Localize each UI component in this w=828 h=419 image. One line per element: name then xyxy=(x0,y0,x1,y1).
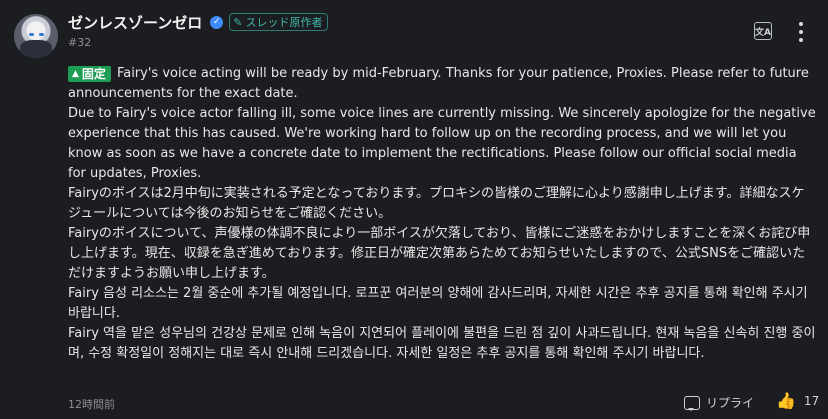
verified-badge-icon: ✓ xyxy=(210,15,224,29)
pin-icon: ▲ xyxy=(72,69,79,79)
thread-author-label: スレッド原作者 xyxy=(245,16,323,29)
reply-icon xyxy=(684,395,700,411)
post-paragraph: Fairy 역을 맡은 성우님의 건강상 문제로 인해 녹음이 지연되어 플레이… xyxy=(68,326,816,361)
more-vertical-icon xyxy=(799,22,803,26)
paragraph-text: Fairy's voice acting will be ready by mi… xyxy=(68,66,809,101)
post-paragraph: Fairyのボイスは2月中旬に実装される予定となっております。プロキシの皆様のご… xyxy=(68,186,805,221)
post-paragraph: Fairy 음성 리소스는 2월 중순에 추가될 예정입니다. 로프꾼 여러분의… xyxy=(68,286,808,321)
reply-label: リプライ xyxy=(706,396,755,410)
author-name[interactable]: ゼンレスゾーンゼロ xyxy=(68,12,202,33)
thread-author-badge: ✎ スレッド原作者 xyxy=(229,13,329,31)
pinned-badge: ▲ 固定 xyxy=(68,66,111,82)
author-avatar[interactable] xyxy=(14,14,58,58)
post-paragraph: ▲ 固定 Fairy's voice acting will be ready … xyxy=(68,64,816,104)
post-timestamp: 12時間前 xyxy=(68,398,115,411)
translate-button[interactable]: 文A xyxy=(754,22,772,40)
post-header: ゼンレスゾーンゼロ ✓ ✎ スレッド原作者 xyxy=(68,12,329,33)
post-paragraph: Due to Fairy's voice actor falling ill, … xyxy=(68,106,816,181)
translate-icon: 文A xyxy=(755,27,771,38)
like-button[interactable]: 👍 17 xyxy=(776,393,819,409)
post-paragraph: Fairyのボイスについて、声優様の体調不良により一部ボイスが欠落しており、皆様… xyxy=(68,226,811,281)
post-number: #32 xyxy=(68,36,92,49)
like-count: 17 xyxy=(803,394,820,408)
pinned-label: 固定 xyxy=(81,67,106,81)
post-content: ▲ 固定 Fairy's voice acting will be ready … xyxy=(68,64,816,364)
pen-icon: ✎ xyxy=(233,15,243,29)
more-options-button[interactable] xyxy=(797,22,805,42)
thumbs-up-icon: 👍 xyxy=(776,391,796,410)
reply-button[interactable]: リプライ xyxy=(684,394,754,411)
